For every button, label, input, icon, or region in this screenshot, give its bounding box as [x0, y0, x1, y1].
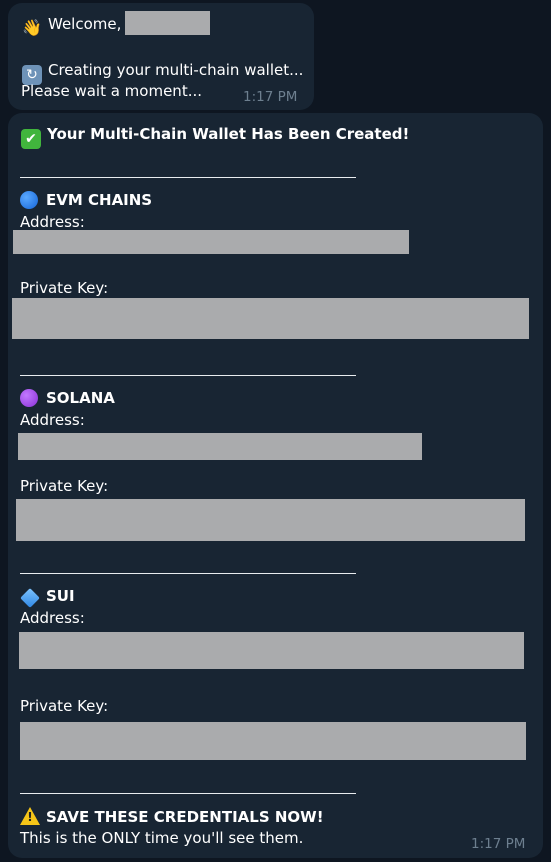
divider — [20, 793, 356, 794]
divider — [20, 573, 356, 574]
evm-address-label: Address: — [20, 213, 85, 231]
divider — [20, 177, 356, 178]
section-sui-header: SUI — [20, 586, 75, 608]
warning-text: This is the ONLY time you'll see them. — [20, 829, 304, 847]
sui-address-label: Address: — [20, 609, 85, 627]
solana-address-label: Address: — [20, 411, 85, 429]
section-evm-header: EVM CHAINS — [20, 190, 152, 210]
redacted-sui-private-key — [20, 722, 526, 760]
section-sui-title: SUI — [46, 587, 75, 605]
message-timestamp: 1:17 PM — [243, 89, 298, 105]
redacted-evm-address — [13, 230, 409, 254]
redacted-sui-address — [19, 632, 524, 669]
warning-title: SAVE THESE CREDENTIALS NOW! — [46, 808, 324, 826]
divider — [20, 375, 356, 376]
redacted-evm-private-key — [12, 298, 529, 339]
wallet-created-title-line: ✔ Your Multi-Chain Wallet Has Been Create… — [21, 124, 409, 149]
wallet-created-title: Your Multi-Chain Wallet Has Been Created… — [47, 125, 410, 143]
wait-text: Please wait a moment... — [21, 82, 203, 100]
warning-icon — [20, 806, 40, 826]
message-timestamp: 1:17 PM — [471, 836, 526, 852]
warning-line: SAVE THESE CREDENTIALS NOW! — [20, 806, 324, 827]
chat-area: 👋 Welcome, ↻ Creating your multi-chain wal… — [0, 0, 551, 862]
redacted-solana-private-key — [16, 499, 525, 541]
section-solana-header: SOLANA — [20, 388, 115, 408]
solana-private-key-label: Private Key: — [20, 477, 109, 495]
purple-circle-icon — [20, 389, 38, 407]
check-mark-icon: ✔ — [21, 129, 41, 149]
welcome-text: Welcome, — [48, 15, 122, 33]
section-solana-title: SOLANA — [46, 389, 115, 407]
section-evm-title: EVM CHAINS — [46, 191, 153, 209]
sui-private-key-label: Private Key: — [20, 697, 109, 715]
welcome-line: 👋 Welcome, — [22, 14, 121, 38]
evm-private-key-label: Private Key: — [20, 279, 109, 297]
creating-text: Creating your multi-chain wallet... — [48, 61, 304, 79]
message-bubble-wallet[interactable]: ✔ Your Multi-Chain Wallet Has Been Create… — [8, 113, 543, 858]
waving-hand-icon: 👋 — [22, 18, 42, 37]
blue-diamond-icon — [20, 588, 40, 608]
redacted-solana-address — [18, 433, 422, 460]
message-bubble-welcome[interactable]: 👋 Welcome, ↻ Creating your multi-chain wal… — [8, 3, 314, 110]
blue-circle-icon — [20, 191, 38, 209]
redacted-username — [125, 11, 210, 35]
